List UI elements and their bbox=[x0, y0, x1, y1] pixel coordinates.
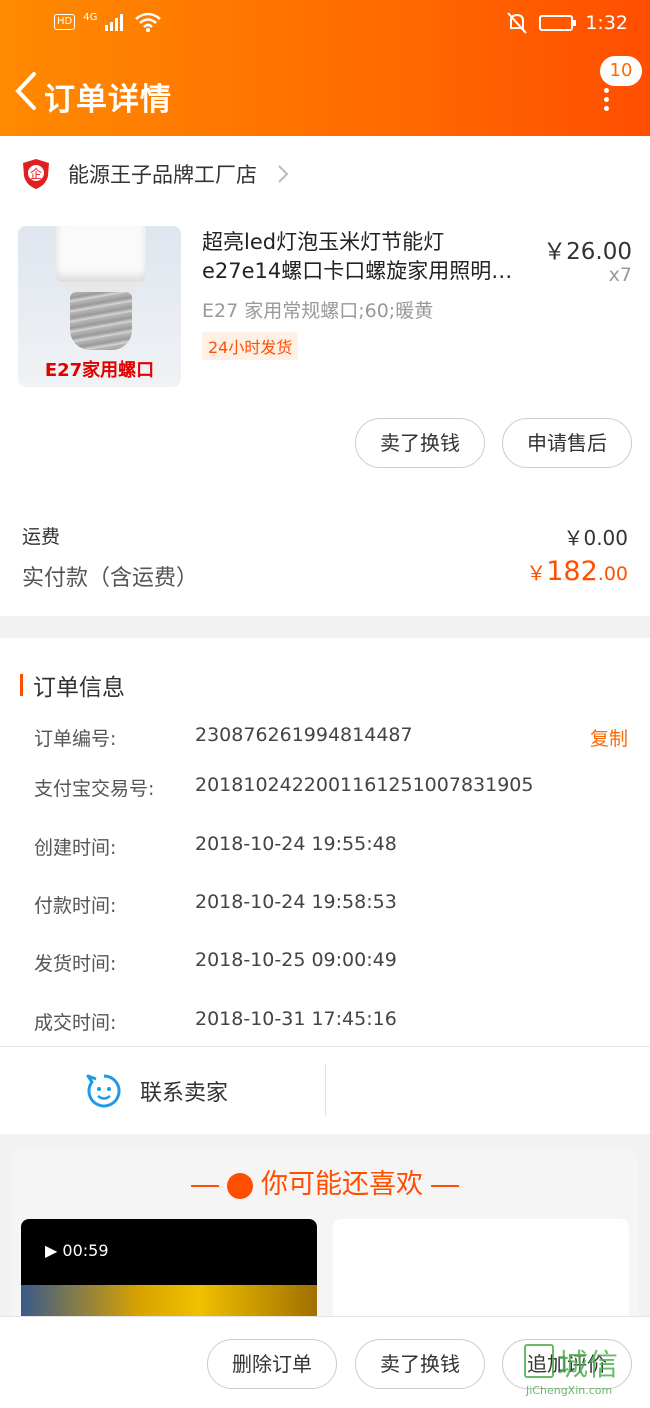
header-bar: HD 4G 1:32 订单详情 10 bbox=[0, 0, 650, 136]
product-card: 企 能源王子品牌工厂店 E27家用螺口 超亮led灯泡玉米灯节能灯 e27e14… bbox=[0, 136, 650, 616]
signal-icon bbox=[105, 14, 124, 31]
chat-face-icon bbox=[86, 1074, 121, 1107]
back-arrow-icon[interactable] bbox=[12, 70, 40, 112]
shipping-tag: 24小时发货 bbox=[202, 332, 299, 360]
shipping-label: 运费 bbox=[22, 526, 61, 548]
battery-icon bbox=[539, 15, 577, 31]
product-price: ￥26.00 bbox=[543, 239, 632, 265]
shipping-value: ￥0.00 bbox=[563, 526, 628, 550]
heart-icon bbox=[227, 1172, 253, 1199]
watermark-logo: 城信 JiChengXin.com bbox=[524, 1340, 644, 1400]
hd-indicator: HD bbox=[54, 14, 76, 30]
order-number-value: 230876261994814487 bbox=[195, 724, 413, 746]
svg-text:企: 企 bbox=[30, 166, 42, 181]
paid-label: 实付款（含运费） bbox=[22, 566, 199, 591]
copy-button[interactable]: 复制 bbox=[590, 724, 628, 751]
product-thumbnail[interactable]: E27家用螺口 bbox=[18, 226, 181, 387]
recommend-heading: 你可能还喜欢 bbox=[12, 1162, 638, 1201]
shipped-time-label: 发货时间: bbox=[34, 953, 117, 975]
mute-bell-icon bbox=[507, 12, 528, 34]
paid-time-value: 2018-10-24 19:58:53 bbox=[195, 891, 397, 913]
paid-amount: ￥182.00 bbox=[526, 556, 628, 587]
alipay-trade-label: 支付宝交易号: bbox=[34, 778, 155, 800]
after-sale-button[interactable]: 申请售后 bbox=[502, 418, 632, 468]
sell-for-cash-bottom-button[interactable]: 卖了换钱 bbox=[355, 1339, 485, 1389]
wifi-icon bbox=[135, 12, 162, 32]
product-quantity: x7 bbox=[608, 264, 632, 286]
enterprise-shield-icon: 企 bbox=[23, 159, 49, 189]
paid-time-label: 付款时间: bbox=[34, 895, 117, 917]
shop-link[interactable]: 企 能源王子品牌工厂店 bbox=[22, 158, 289, 190]
sell-for-cash-button[interactable]: 卖了换钱 bbox=[355, 418, 485, 468]
chevron-right-icon bbox=[278, 165, 289, 183]
order-number-label: 订单编号: bbox=[34, 728, 117, 750]
contact-seller-label: 联系卖家 bbox=[140, 1080, 229, 1106]
recommendations-section: 你可能还喜欢 ▶ 00:59 bbox=[12, 1150, 638, 1408]
created-time-value: 2018-10-24 19:55:48 bbox=[195, 833, 397, 855]
clock: 1:32 bbox=[585, 12, 628, 34]
page-title: 订单详情 bbox=[44, 82, 172, 118]
completed-time-value: 2018-10-31 17:45:16 bbox=[195, 1008, 397, 1030]
vertical-divider bbox=[325, 1064, 326, 1116]
shop-name: 能源王子品牌工厂店 bbox=[68, 163, 257, 187]
status-bar: HD 4G 1:32 bbox=[0, 0, 650, 48]
order-info-heading: 订单信息 bbox=[20, 668, 125, 702]
contact-seller-button[interactable]: 联系卖家 bbox=[0, 1047, 325, 1134]
message-count-badge[interactable]: 10 bbox=[600, 56, 642, 86]
product-title[interactable]: 超亮led灯泡玉米灯节能灯 e27e14螺口卡口螺旋家用照明… bbox=[202, 228, 534, 286]
order-info-card: 订单信息 复制 订单编号: 230876261994814487 支付宝交易号:… bbox=[0, 638, 650, 1134]
alipay-trade-value: 2018102422001161251007831905 bbox=[195, 774, 534, 796]
shipped-time-value: 2018-10-25 09:00:49 bbox=[195, 949, 397, 971]
delete-order-button[interactable]: 删除订单 bbox=[207, 1339, 337, 1389]
thumbnail-label: E27家用螺口 bbox=[44, 360, 155, 381]
video-duration: ▶ 00:59 bbox=[45, 1241, 109, 1260]
completed-time-label: 成交时间: bbox=[34, 1012, 117, 1034]
created-time-label: 创建时间: bbox=[34, 837, 117, 859]
more-menu-icon[interactable] bbox=[604, 88, 610, 111]
network-indicator: 4G bbox=[83, 12, 98, 23]
product-sku: E27 家用常规螺口;60;暖黄 bbox=[202, 300, 434, 322]
